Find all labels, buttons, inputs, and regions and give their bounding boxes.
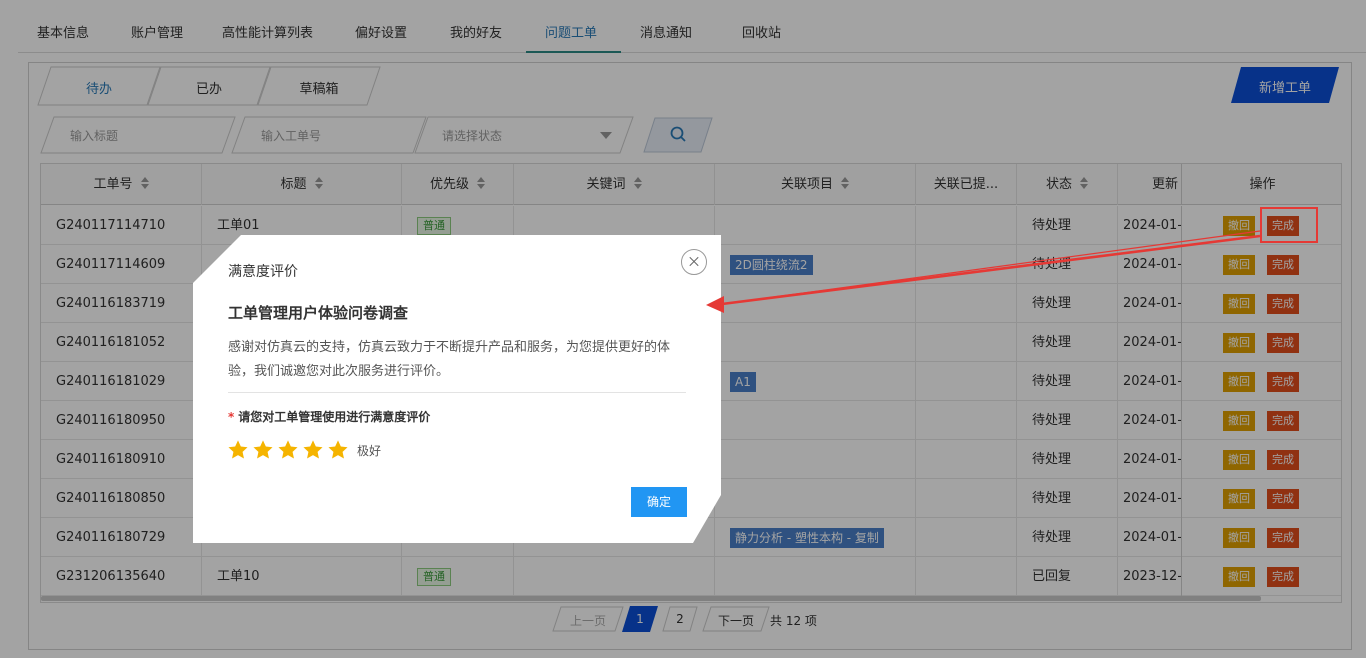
annotation-arrow: [706, 230, 1261, 313]
